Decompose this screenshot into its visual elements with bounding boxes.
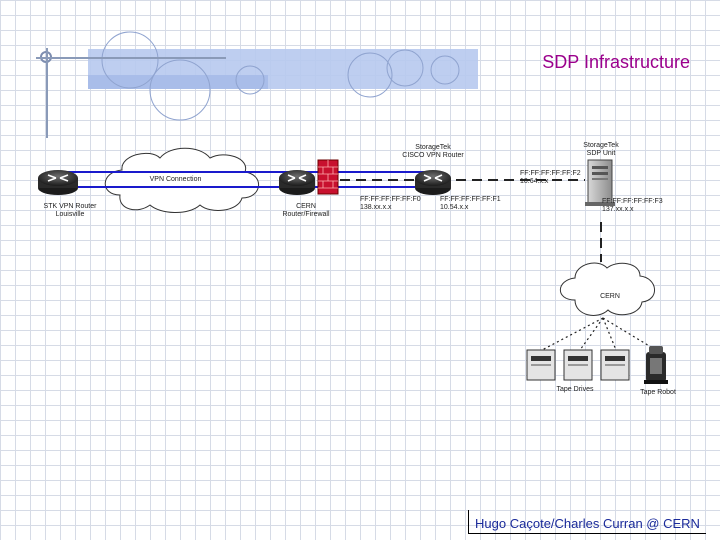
tape-drive-icon [563, 349, 593, 381]
firewall-ip: 138.xx.x.x [360, 204, 392, 211]
tape-drive-icon [600, 349, 630, 381]
sdp-address-bottom: FF:FF:FF:FF:FF:F3 137.xx.x.x [602, 198, 663, 214]
sdp-mac-bottom: FF:FF:FF:FF:FF:F3 [602, 198, 663, 205]
sdp-mac-top: FF:FF:FF:FF:FF:F2 [520, 170, 581, 177]
cisco-router-label-line1: StorageTek [415, 144, 451, 151]
sdp-ip-top: 10.64.x.x [520, 178, 549, 185]
stk-router-label: STK VPN Router Louisville [30, 203, 110, 219]
tape-links [541, 317, 657, 351]
firewall-icon [317, 159, 339, 195]
cisco-router-label: StorageTek CISCO VPN Router [392, 144, 474, 160]
cern-router-icon [279, 170, 315, 195]
slide: SDP Infrastructure VPN Connection STK VP… [0, 0, 720, 540]
cern-router-label-line2: Router/Firewall [282, 211, 330, 218]
cisco-router-label-line2: CISCO VPN Router [402, 152, 464, 159]
cern-router-label: CERN Router/Firewall [266, 203, 346, 219]
cern-cloud-label: CERN [600, 293, 620, 300]
cisco-vpn-router-icon [415, 170, 451, 195]
cisco-ip: 10.54.x.x [440, 204, 469, 211]
cern-router-label-line1: CERN [296, 203, 316, 210]
sdp-unit-label-line1: StorageTek [583, 142, 619, 149]
firewall-address: FF:FF:FF:FF:FF:F0 138.xx.x.x [360, 196, 421, 212]
stk-router-label-line1: STK VPN Router [43, 203, 97, 210]
sdp-address-top: FF:FF:FF:FF:FF:F2 10.64.x.x [520, 170, 581, 186]
tape-robot-label: Tape Robot [640, 389, 676, 396]
firewall-mac: FF:FF:FF:FF:FF:F0 [360, 196, 421, 203]
cisco-address: FF:FF:FF:FF:FF:F1 10.54.x.x [440, 196, 501, 212]
sdp-ip-bottom: 137.xx.x.x [602, 206, 634, 213]
vpn-connection-label: VPN Connection [149, 176, 202, 183]
sdp-unit-label: StorageTek SDP Unit [568, 142, 634, 158]
tape-robot-icon [644, 346, 668, 384]
sdp-unit-label-line2: SDP Unit [586, 150, 616, 157]
tape-drives-label: Tape Drives [556, 386, 594, 393]
stk-vpn-router-icon [38, 170, 78, 195]
tape-drive-icon [526, 349, 556, 381]
cern-cloud [559, 262, 655, 316]
slide-footer: Hugo Caçote/Charles Curran @ CERN [468, 515, 706, 534]
network-diagram [38, 147, 668, 384]
stk-router-label-line2: Louisville [55, 211, 85, 218]
cisco-mac: FF:FF:FF:FF:FF:F1 [440, 196, 501, 203]
